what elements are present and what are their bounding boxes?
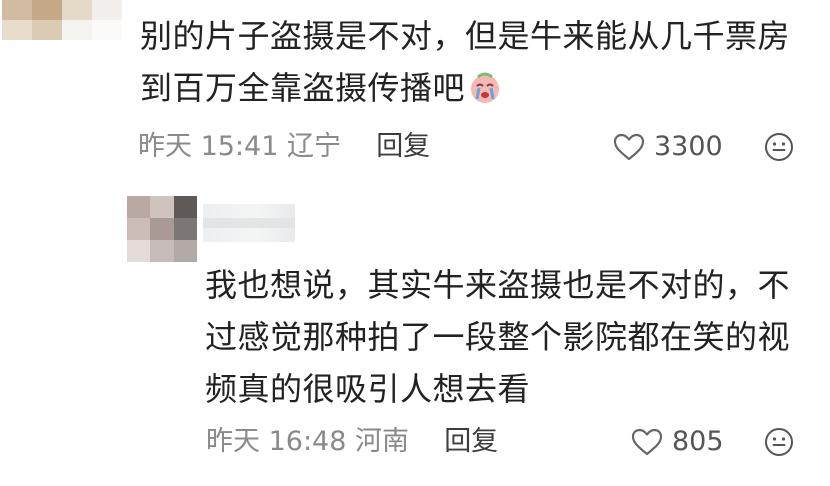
heart-outline-icon	[613, 133, 645, 161]
reply-time: 昨天 16:48	[206, 426, 347, 457]
reply-text: 我也想说，其实牛来盗摄也是不对的，不 过感觉那种拍了一段整个影院都在笑的视 频真…	[205, 266, 791, 408]
reply-button[interactable]: 回复	[444, 426, 498, 457]
avatar-pixel	[150, 240, 174, 262]
avatar[interactable]	[2, 0, 122, 40]
avatar-pixel	[173, 240, 197, 262]
avatar-pixel	[62, 0, 92, 20]
smile-icon[interactable]	[764, 132, 794, 162]
crying-face-icon	[471, 72, 500, 103]
comment-location: 辽宁	[287, 131, 341, 162]
reply-meta: 昨天 16:48 河南 回复	[206, 425, 498, 459]
comment-time: 昨天 15:41	[138, 131, 279, 162]
avatar-pixel	[2, 20, 32, 40]
like-count: 805	[672, 426, 724, 457]
avatar-pixel	[92, 20, 122, 40]
avatar-pixel	[32, 20, 62, 40]
comment-meta: 昨天 15:41 辽宁 回复	[138, 130, 430, 164]
avatar-pixel	[127, 240, 151, 262]
avatar-pixel	[173, 196, 197, 218]
heart-outline-icon	[631, 428, 663, 456]
avatar-pixel	[127, 196, 151, 218]
avatar-pixel	[173, 218, 197, 240]
like-button[interactable]: 805	[630, 425, 724, 459]
avatar-pixel	[92, 0, 122, 20]
avatar-pixel	[127, 218, 151, 240]
like-button[interactable]: 3300	[612, 130, 723, 164]
smile-icon[interactable]	[764, 427, 794, 457]
reply-location: 河南	[355, 426, 409, 457]
avatar-pixel	[32, 0, 62, 20]
avatar-pixel	[2, 0, 32, 20]
like-count: 3300	[654, 131, 723, 162]
username-blurred[interactable]	[203, 204, 295, 242]
avatar[interactable]	[127, 196, 197, 262]
avatar-pixel	[62, 20, 92, 40]
avatar-pixel	[150, 218, 174, 240]
comment-thread: 别的片子盗摄是不对，但是牛来能从几千票房 到百万全靠盗摄传播吧 昨天 15:41…	[0, 0, 830, 486]
reply-button[interactable]: 回复	[376, 131, 430, 162]
avatar-pixel	[150, 196, 174, 218]
comment-text: 别的片子盗摄是不对，但是牛来能从几千票房 到百万全靠盗摄传播吧	[140, 17, 791, 107]
